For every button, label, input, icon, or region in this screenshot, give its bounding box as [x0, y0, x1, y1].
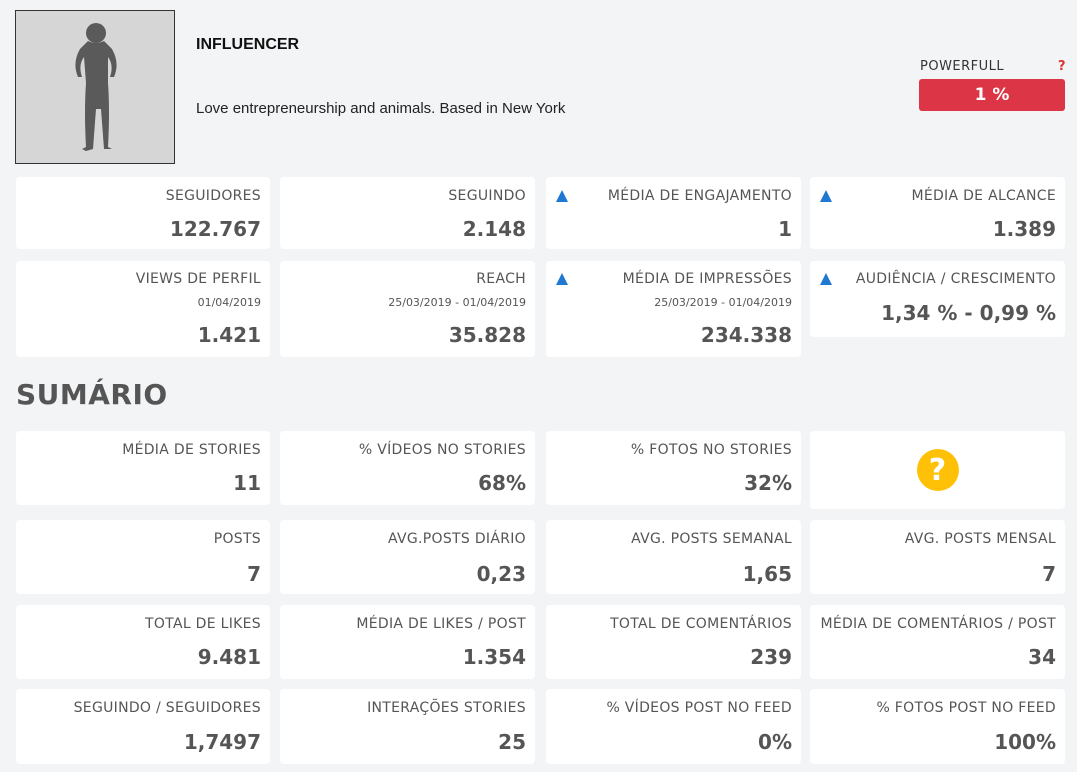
summary-label: TOTAL DE COMENTÁRIOS — [610, 616, 792, 632]
summary-value: 0,23 — [476, 562, 526, 586]
summary-label: AVG. POSTS MENSAL — [904, 531, 1056, 547]
triangle-up-icon — [556, 273, 568, 285]
metric-label: MÉDIA DE ALCANCE — [911, 188, 1056, 204]
summary-value: 11 — [233, 471, 261, 495]
summary-value: 25 — [498, 730, 526, 754]
summary-help-card: ? — [810, 431, 1065, 509]
metric-card-seguidores: SEGUIDORES 122.767 — [16, 177, 270, 249]
summary-label: AVG. POSTS SEMANAL — [631, 531, 792, 547]
summary-card: AVG. POSTS MENSAL 7 — [810, 520, 1065, 594]
summary-label: MÉDIA DE COMENTÁRIOS / POST — [820, 616, 1056, 632]
summary-value: 1.354 — [462, 645, 526, 669]
metric-card-audiencia-crescimento: AUDIÊNCIA / CRESCIMENTO 1,34 % - 0,99 % — [810, 261, 1065, 337]
triangle-up-icon — [820, 190, 832, 202]
summary-label: % VÍDEOS POST NO FEED — [606, 700, 792, 716]
summary-label: MÉDIA DE STORIES — [122, 442, 261, 458]
summary-value: 68% — [478, 471, 526, 495]
summary-label: % VÍDEOS NO STORIES — [358, 442, 526, 458]
summary-label: SEGUINDO / SEGUIDORES — [73, 700, 261, 716]
metric-value: 2.148 — [462, 217, 526, 241]
metric-label: SEGUINDO — [448, 188, 526, 204]
metric-label: MÉDIA DE IMPRESSÕES — [622, 271, 792, 287]
question-circle-icon[interactable]: ? — [916, 449, 959, 491]
person-silhouette-icon — [75, 23, 117, 151]
metric-label: VIEWS DE PERFIL — [135, 271, 261, 287]
summary-label: AVG.POSTS DIÁRIO — [388, 531, 526, 547]
metric-card-media-alcance: MÉDIA DE ALCANCE 1.389 — [810, 177, 1065, 249]
summary-card: % FOTOS NO STORIES 32% — [546, 431, 801, 505]
profile-bio: Love entrepreneurship and animals. Based… — [196, 100, 566, 117]
metric-value: 234.338 — [700, 323, 792, 347]
summary-label: % FOTOS POST NO FEED — [876, 700, 1056, 716]
section-title-sumario: SUMÁRIO — [16, 378, 168, 411]
summary-value: 7 — [1042, 562, 1056, 586]
metric-label: REACH — [476, 271, 526, 287]
metric-date: 25/03/2019 - 01/04/2019 — [388, 296, 526, 309]
metric-date: 25/03/2019 - 01/04/2019 — [654, 296, 792, 309]
summary-value: 0% — [758, 730, 792, 754]
metric-value: 122.767 — [169, 217, 261, 241]
summary-card: TOTAL DE LIKES 9.481 — [16, 605, 270, 679]
summary-card: MÉDIA DE STORIES 11 — [16, 431, 270, 505]
summary-value: 9.481 — [197, 645, 261, 669]
summary-card: INTERAÇÕES STORIES 25 — [280, 689, 535, 764]
power-score-bar: 1 % — [919, 79, 1065, 111]
triangle-up-icon — [556, 190, 568, 202]
profile-avatar — [15, 10, 175, 164]
metric-value: 1.421 — [197, 323, 261, 347]
summary-card: % VÍDEOS NO STORIES 68% — [280, 431, 535, 505]
metric-value: 1 — [778, 217, 792, 241]
metric-date: 01/04/2019 — [197, 296, 261, 309]
summary-value: 239 — [750, 645, 792, 669]
metric-value: 1.389 — [992, 217, 1056, 241]
summary-card: MÉDIA DE LIKES / POST 1.354 — [280, 605, 535, 679]
summary-card: POSTS 7 — [16, 520, 270, 594]
summary-value: 34 — [1028, 645, 1056, 669]
summary-card: AVG.POSTS DIÁRIO 0,23 — [280, 520, 535, 594]
summary-label: POSTS — [213, 531, 261, 547]
metric-label: MÉDIA DE ENGAJAMENTO — [607, 188, 792, 204]
summary-card: AVG. POSTS SEMANAL 1,65 — [546, 520, 801, 594]
power-label: POWERFULL — [920, 59, 1005, 74]
summary-label: INTERAÇÕES STORIES — [367, 700, 526, 716]
summary-value: 32% — [744, 471, 792, 495]
profile-name: INFLUENCER — [196, 36, 300, 53]
metric-label: SEGUIDORES — [165, 188, 261, 204]
metric-card-media-engajamento: MÉDIA DE ENGAJAMENTO 1 — [546, 177, 801, 249]
summary-card: TOTAL DE COMENTÁRIOS 239 — [546, 605, 801, 679]
metric-card-seguindo: SEGUINDO 2.148 — [280, 177, 535, 249]
summary-card: % FOTOS POST NO FEED 100% — [810, 689, 1065, 764]
summary-value: 1,7497 — [183, 730, 261, 754]
summary-label: TOTAL DE LIKES — [145, 616, 261, 632]
summary-label: MÉDIA DE LIKES / POST — [356, 616, 526, 632]
summary-label: % FOTOS NO STORIES — [630, 442, 792, 458]
metric-value: 35.828 — [448, 323, 526, 347]
summary-value: 100% — [994, 730, 1056, 754]
metric-card-reach: REACH 25/03/2019 - 01/04/2019 35.828 — [280, 261, 535, 357]
summary-card: SEGUINDO / SEGUIDORES 1,7497 — [16, 689, 270, 764]
triangle-up-icon — [820, 273, 832, 285]
metric-card-views-perfil: VIEWS DE PERFIL 01/04/2019 1.421 — [16, 261, 270, 357]
summary-card: MÉDIA DE COMENTÁRIOS / POST 34 — [810, 605, 1065, 679]
power-score-value: 1 % — [974, 85, 1010, 105]
summary-card: % VÍDEOS POST NO FEED 0% — [546, 689, 801, 764]
summary-value: 7 — [247, 562, 261, 586]
metric-card-media-impressoes: MÉDIA DE IMPRESSÕES 25/03/2019 - 01/04/2… — [546, 261, 801, 357]
metric-label: AUDIÊNCIA / CRESCIMENTO — [855, 271, 1056, 287]
power-help-icon[interactable]: ? — [1058, 59, 1066, 74]
metric-value: 1,34 % - 0,99 % — [881, 301, 1056, 325]
summary-value: 1,65 — [742, 562, 792, 586]
